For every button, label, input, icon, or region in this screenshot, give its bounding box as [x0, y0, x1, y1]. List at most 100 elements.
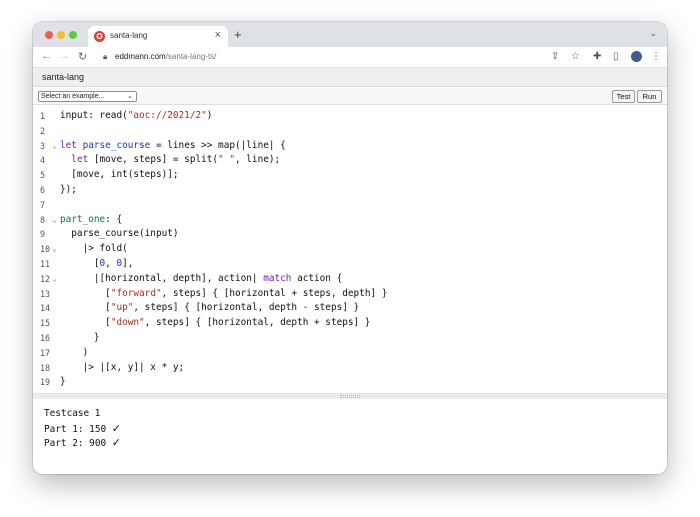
- code-line[interactable]: 14 ["up", steps] { [horizontal, depth - …: [33, 301, 667, 315]
- line-number: 5: [40, 170, 46, 181]
- code-line[interactable]: 12 ⌄ |[horizontal, depth], action| match …: [33, 272, 667, 286]
- code-line[interactable]: 15 ["down", steps] { [horizontal, depth …: [33, 316, 667, 330]
- code-text: ["down", steps] { [horizontal, depth + s…: [60, 317, 371, 329]
- controls-bar: Select an example... ⌄ Test Run: [33, 88, 667, 105]
- code-line[interactable]: 8 ⌄ part_one: {: [33, 213, 667, 227]
- chevron-down-icon: ⌄: [127, 93, 133, 100]
- url-domain: eddmann.com: [115, 52, 166, 61]
- line-number: 8: [40, 214, 46, 225]
- part1-label: Part 1:: [44, 424, 84, 435]
- code-text: |[horizontal, depth], action| match acti…: [60, 272, 343, 284]
- code-text: [0, 0],: [60, 258, 134, 269]
- code-line[interactable]: 5 [move, int(steps)];: [33, 168, 667, 182]
- check-icon: ✓: [111, 422, 121, 435]
- fold-chevron-icon[interactable]: ⌄: [52, 139, 57, 153]
- code-text: let parse_course = lines >> map(|line| {: [60, 139, 286, 151]
- line-number: 6: [40, 185, 46, 195]
- maximize-window-button[interactable]: [69, 31, 77, 39]
- code-line[interactable]: 9 parse_course(input): [33, 227, 667, 241]
- code-line[interactable]: 18 |> |[x, y]| x * y;: [33, 361, 667, 375]
- output-panel: Testcase 1 Part 1: 150 ✓ Part 2: 900 ✓: [33, 399, 667, 474]
- side-panel-icon[interactable]: ▯: [613, 51, 619, 62]
- browser-toolbar: ← → ↻ 🔒︎ eddmann.com/santa-lang-ts/ ⇪ ☆ …: [33, 47, 667, 68]
- new-tab-icon[interactable]: +: [234, 27, 242, 42]
- browser-tab[interactable]: ✪ santa-lang ×: [88, 26, 228, 47]
- star-icon[interactable]: ☆: [571, 51, 580, 62]
- line-number: 16: [40, 333, 51, 343]
- part2-result: Part 2: 900 ✓: [44, 436, 121, 449]
- profile-icon[interactable]: [631, 51, 642, 62]
- code-line[interactable]: 13 ["forward", steps] { [horizontal + st…: [33, 287, 667, 301]
- line-number: 9: [40, 229, 46, 240]
- forward-icon[interactable]: →: [59, 50, 70, 62]
- line-number: 1: [40, 111, 46, 121]
- code-line[interactable]: 7: [33, 198, 667, 212]
- code-text: }: [60, 332, 100, 343]
- tab-title: santa-lang: [110, 31, 148, 40]
- code-text: }: [60, 376, 66, 388]
- code-line[interactable]: 11 [0, 0],: [33, 257, 667, 271]
- line-number: 14: [40, 303, 51, 314]
- line-number: 2: [40, 125, 46, 136]
- part2-value: 900: [89, 438, 107, 449]
- line-number: 4: [40, 155, 46, 166]
- run-button[interactable]: Run: [637, 90, 662, 103]
- code-line[interactable]: 17 ): [33, 346, 667, 360]
- code-line[interactable]: 4 let [move, steps] = split(" ", line);: [33, 153, 667, 167]
- close-window-button[interactable]: [45, 31, 53, 39]
- line-number: 19: [40, 377, 51, 388]
- fold-chevron-icon[interactable]: ⌄: [52, 242, 57, 256]
- minimize-window-button[interactable]: [57, 31, 65, 39]
- code-text: });: [60, 184, 77, 195]
- code-text: parse_course(input): [60, 228, 179, 240]
- app-header: santa-lang: [33, 68, 667, 87]
- fold-chevron-icon[interactable]: ⌄: [52, 213, 57, 227]
- reload-icon[interactable]: ↻: [78, 50, 87, 63]
- share-icon[interactable]: ⇪: [551, 51, 559, 62]
- code-line[interactable]: 19}: [33, 375, 667, 389]
- test-button[interactable]: Test: [612, 90, 635, 103]
- lock-icon[interactable]: 🔒︎: [103, 52, 107, 62]
- line-number: 12: [40, 273, 51, 284]
- code-text: ): [60, 346, 89, 358]
- code-text: ["forward", steps] { [horizontal + steps…: [60, 287, 388, 299]
- resize-grip-icon: [340, 395, 360, 398]
- tab-search-icon[interactable]: ⌄: [649, 28, 657, 39]
- code-line[interactable]: 1 input: read("aoc://2021/2"): [33, 109, 667, 123]
- line-number: 7: [40, 199, 46, 210]
- check-icon: ✓: [111, 436, 121, 449]
- line-number: 18: [40, 362, 51, 373]
- back-icon[interactable]: ←: [41, 50, 52, 62]
- line-number: 3: [40, 140, 46, 151]
- code-text: part_one: {: [60, 213, 123, 225]
- page-title: santa-lang: [42, 72, 85, 82]
- example-select[interactable]: Select an example... ⌄: [38, 91, 137, 102]
- line-number: 13: [40, 288, 51, 299]
- code-text: |> fold(: [60, 243, 128, 255]
- part1-value: 150: [89, 424, 107, 435]
- code-line[interactable]: 3 ⌄ let parse_course = lines >> map(|line|…: [33, 139, 667, 153]
- url-path: /santa-lang-ts/: [165, 52, 217, 61]
- part2-label: Part 2:: [44, 438, 84, 449]
- line-number: 10: [40, 244, 51, 255]
- code-line[interactable]: 2: [33, 124, 667, 138]
- line-number: 17: [40, 347, 51, 358]
- code-text: [move, int(steps)];: [60, 169, 179, 181]
- fold-chevron-icon[interactable]: ⌄: [52, 272, 57, 286]
- extensions-icon[interactable]: ✚: [593, 51, 601, 62]
- browser-window: ✪ santa-lang × + ⌄ ← → ↻ 🔒︎ eddmann.com/…: [33, 22, 667, 474]
- more-icon[interactable]: ⋮: [651, 51, 661, 62]
- line-number: 15: [40, 318, 51, 329]
- line-number: 11: [40, 259, 51, 269]
- part1-result: Part 1: 150 ✓: [44, 422, 121, 435]
- tab-close-icon[interactable]: ×: [215, 29, 221, 41]
- code-text: input: read("aoc://2021/2"): [60, 110, 213, 121]
- code-editor[interactable]: 1 input: read("aoc://2021/2") 2 3 ⌄ let parse…: [33, 106, 667, 393]
- code-line[interactable]: 16 }: [33, 331, 667, 345]
- code-line[interactable]: 10 ⌄ |> fold(: [33, 242, 667, 256]
- tab-strip: ✪ santa-lang × + ⌄: [33, 22, 667, 47]
- code-line[interactable]: 6});: [33, 183, 667, 197]
- code-text: |> |[x, y]| x * y;: [60, 361, 185, 373]
- address-bar[interactable]: eddmann.com/santa-lang-ts/: [115, 52, 216, 61]
- code-text: ["up", steps] { [horizontal, depth - ste…: [60, 302, 360, 314]
